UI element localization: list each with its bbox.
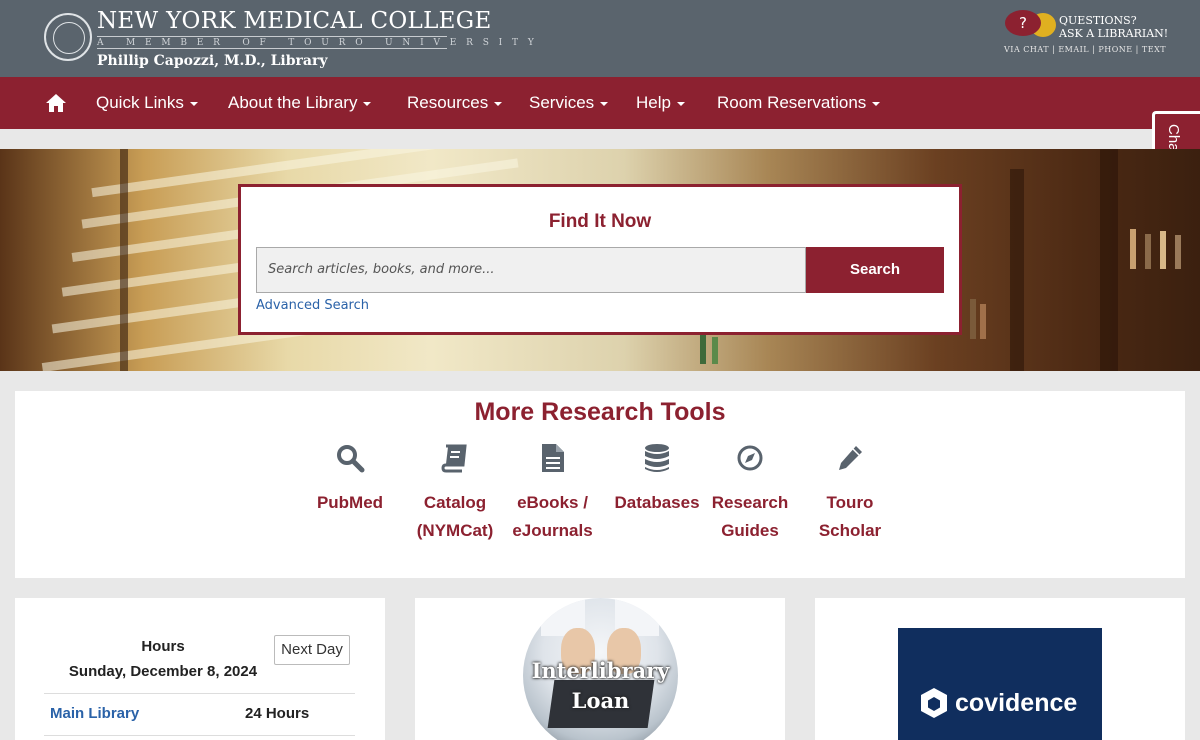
column-shadow — [1100, 149, 1118, 371]
caret-down-icon — [189, 101, 198, 106]
ask-line-2: ASK A LIBRARIAN! — [1059, 27, 1169, 40]
column-shadow — [120, 149, 128, 371]
question-bubble-icon: ? — [1005, 10, 1041, 36]
caret-down-icon — [600, 101, 609, 106]
tool-label: Catalog (NYMCat) — [416, 493, 494, 540]
ask-channels[interactable]: VIA CHAT | EMAIL | PHONE | TEXT — [1004, 45, 1166, 54]
caret-down-icon — [494, 101, 503, 106]
book-icon — [441, 444, 467, 473]
nav-help[interactable]: Help — [636, 93, 685, 113]
college-seal-logo[interactable] — [44, 13, 92, 61]
search-input[interactable]: Search articles, books, and more... — [256, 247, 806, 293]
cube-icon — [921, 688, 947, 718]
compass-icon — [737, 445, 763, 471]
ask-librarian-text[interactable]: QUESTIONS? ASK A LIBRARIAN! — [1059, 14, 1168, 40]
header-rule — [97, 48, 447, 49]
nav-label: About the Library — [228, 93, 358, 112]
hours-date: Sunday, December 8, 2024 — [68, 663, 258, 680]
search-icon — [337, 445, 365, 473]
hours-heading: Hours — [141, 638, 185, 655]
caret-down-icon — [363, 101, 372, 106]
header-rule — [97, 36, 447, 37]
interlibrary-loan-text: Interlibrary Loan — [531, 658, 670, 713]
nav-services[interactable]: Services — [529, 93, 609, 113]
nav-label: Resources — [407, 93, 489, 112]
book-spine — [1130, 229, 1136, 269]
tool-touro-scholar[interactable]: Touro Scholar — [800, 443, 900, 545]
interlibrary-loan-card: Interlibrary Loan — [415, 598, 785, 740]
column-shadow — [1010, 169, 1024, 371]
research-tools-panel: More Research Tools PubMed Catalog (NYMC… — [15, 391, 1185, 578]
nav-resources[interactable]: Resources — [407, 93, 503, 113]
pencil-icon — [839, 446, 862, 470]
book-spine — [970, 299, 976, 339]
tool-research-guides[interactable]: Research Guides — [700, 443, 800, 545]
nav-label: Services — [529, 93, 595, 112]
book-spine — [1160, 231, 1166, 269]
divider — [44, 735, 355, 736]
nav-label: Room Reservations — [717, 93, 867, 112]
college-name[interactable]: NEW YORK MEDICAL COLLEGE — [97, 8, 492, 34]
member-line: A MEMBER OF TOURO UNIVERSITY — [97, 38, 544, 48]
book-spine — [712, 337, 718, 364]
tool-label: Research Guides — [711, 493, 789, 540]
next-day-button[interactable]: Next Day — [274, 635, 350, 665]
nav-label: Help — [636, 93, 671, 112]
library-name[interactable]: Phillip Capozzi, M.D., Library — [97, 53, 328, 69]
tool-label: PubMed — [316, 493, 384, 512]
book-spine — [1145, 234, 1151, 269]
find-it-now-title: Find It Now — [548, 211, 652, 232]
find-it-now-box: Find It Now Search articles, books, and … — [238, 184, 962, 335]
search-button[interactable]: Search — [806, 247, 944, 293]
divider — [44, 693, 355, 694]
book-spine — [700, 334, 706, 364]
tool-ebooks-ejournals[interactable]: eBooks / eJournals — [510, 443, 595, 545]
covidence-logo[interactable]: covidence — [898, 628, 1102, 740]
nav-about-library[interactable]: About the Library — [228, 93, 372, 113]
nav-label: Quick Links — [96, 93, 184, 112]
tool-databases[interactable]: Databases — [607, 443, 707, 517]
document-icon — [541, 444, 564, 472]
hours-location-link[interactable]: Main Library — [50, 705, 139, 722]
nav-room-reservations[interactable]: Room Reservations — [717, 93, 881, 113]
interlibrary-loan-image[interactable]: Interlibrary Loan — [523, 598, 678, 740]
caret-down-icon — [872, 101, 881, 106]
covidence-card: covidence — [815, 598, 1185, 740]
tool-label: Touro Scholar — [818, 493, 882, 540]
advanced-search-link[interactable]: Advanced Search — [256, 298, 369, 313]
tool-label: Databases — [614, 493, 700, 512]
main-nav: Quick Links About the Library Resources … — [0, 77, 1200, 129]
covidence-wordmark: covidence — [955, 689, 1078, 717]
home-icon[interactable] — [45, 93, 67, 113]
hours-value: 24 Hours — [245, 705, 310, 722]
database-icon — [645, 444, 669, 472]
book-spine — [980, 304, 986, 339]
hours-card: Hours Sunday, December 8, 2024 Next Day … — [15, 598, 385, 740]
caret-down-icon — [676, 101, 685, 106]
tool-catalog[interactable]: Catalog (NYMCat) — [400, 443, 510, 545]
tool-label: eBooks / eJournals — [512, 493, 593, 540]
ask-line-1: QUESTIONS? — [1059, 14, 1137, 27]
nav-quick-links[interactable]: Quick Links — [96, 93, 198, 113]
research-tools-title: More Research Tools — [474, 398, 726, 426]
tool-pubmed[interactable]: PubMed — [300, 443, 400, 517]
site-header: NEW YORK MEDICAL COLLEGE A MEMBER OF TOU… — [0, 0, 1200, 77]
book-spine — [1175, 235, 1181, 269]
